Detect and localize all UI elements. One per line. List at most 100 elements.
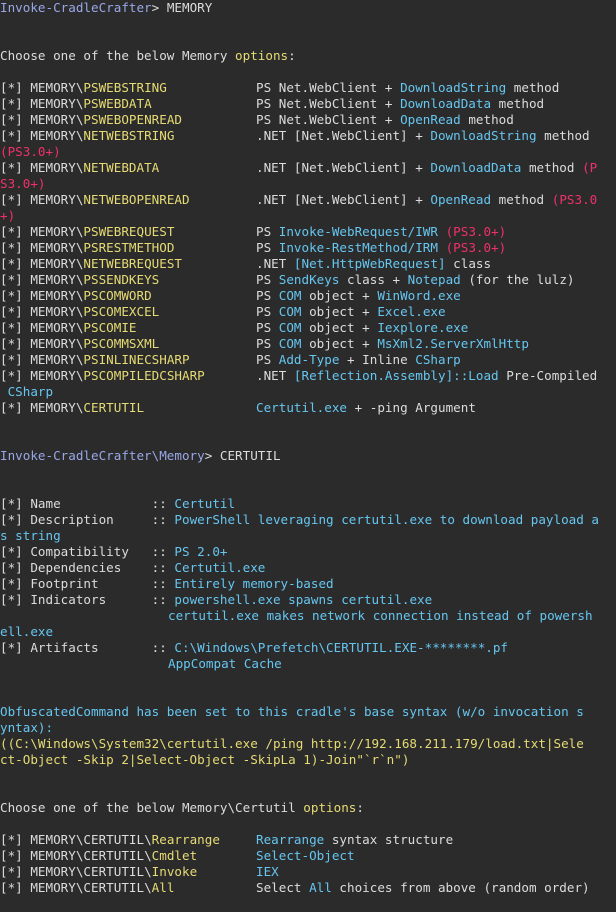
option-name: PSCOMMSXML [83,336,160,351]
option-row-certutil[interactable]: [*] MEMORY\CERTUTIL Certutil.exe + -ping … [0,400,476,416]
choose-text: Choose one of the below Memory [0,48,236,63]
option-row-pssendkeys[interactable]: [*] MEMORY\PSSENDKEYS PS SendKeys class +… [0,272,574,288]
option-prefix: [*] [0,288,31,303]
info-artifacts: [*] Artifacts :: C:\Windows\Prefetch\CER… [0,640,509,655]
option-prefix: [*] [0,128,31,143]
prompt-separator: > [151,0,167,15]
option-prefix: [*] [0,400,31,415]
option-wrap-netwebdata: S3.0+) [0,176,46,192]
option-prefix: [*] [0,160,31,175]
choose-colon: : [288,48,296,63]
option-name: PSCOMPILEDCSHARP [83,368,205,383]
option-row-psrestmethod[interactable]: [*] MEMORY\PSRESTMETHOD PS Invoke-RestMet… [0,240,506,256]
option-name: NETWEBSTRING [83,128,175,143]
option-wrap-pscompiledcsharp: CSharp [0,384,54,400]
options-keyword: options [235,48,289,63]
option-prefix: [*] [0,96,31,111]
suboption-row-invoke[interactable]: [*] MEMORY\CERTUTIL\Invoke IEX [0,864,279,880]
option-path: MEMORY\ [30,224,84,239]
option-row-pswebopenread[interactable]: [*] MEMORY\PSWEBOPENREAD PS Net.WebClient… [0,112,514,128]
option-row-pscompiledcsharp[interactable]: [*] MEMORY\PSCOMPILEDCSHARP .NET [Reflect… [0,368,597,384]
option-desc: PS Invoke-RestMethod/IRM (PS3.0+) [256,240,507,255]
option-prefix: [*] [0,336,31,351]
option-prefix: [*] [0,368,31,383]
option-desc: PS COM object + Iexplore.exe [256,320,469,335]
prompt-separator: > [204,448,220,463]
option-name: PSRESTMETHOD [83,240,175,255]
option-desc: .NET [Net.WebClient] + DownloadString me… [256,128,590,143]
option-path: MEMORY\ [30,336,84,351]
option-name: PSCOMEXCEL [83,304,160,319]
option-prefix: [*] [0,304,31,319]
option-row-pscommsxml[interactable]: [*] MEMORY\PSCOMMSXML PS COM object + MsX… [0,336,529,352]
ps3-badge: +) [0,208,16,223]
option-name: PSINLINECSHARP [83,352,190,367]
option-name: CERTUTIL [83,400,145,415]
obfuscated-command[interactable]: ((C:\Windows\System32\certutil.exe /ping… [0,736,584,752]
info-indicators-wrap: ell.exe [0,624,54,639]
option-path: MEMORY\ [30,288,84,303]
info-name: [*] Name :: Certutil [0,496,236,511]
csharp-wrap: CSharp [0,384,54,399]
option-row-netwebrequest[interactable]: [*] MEMORY\NETWEBREQUEST .NET [Net.HttpWe… [0,256,491,272]
option-path: MEMORY\ [30,272,84,287]
option-prefix: [*] [0,320,31,335]
option-path: MEMORY\ [30,192,84,207]
terminal-window[interactable]: Invoke-CradleCrafter> MEMORY Choose one … [0,0,616,912]
info-indicators-2: certutil.exe makes network connection in… [168,608,593,623]
option-name: PSWEBDATA [83,96,152,111]
info-dependencies: [*] Dependencies :: Certutil.exe [0,560,266,575]
option-row-psinlinecsharp[interactable]: [*] MEMORY\PSINLINECSHARP PS Add-Type + I… [0,352,461,368]
option-name: PSSENDKEYS [83,272,160,287]
option-row-netwebstring[interactable]: [*] MEMORY\NETWEBSTRING .NET [Net.WebClie… [0,128,590,144]
ps3-badge: S3.0+) [0,176,46,191]
option-desc: PS SendKeys class + Notepad (for the lul… [256,272,575,287]
info-description-wrap: s string [0,528,61,543]
option-row-netwebdata[interactable]: [*] MEMORY\NETWEBDATA .NET [Net.WebClient… [0,160,597,176]
option-path: MEMORY\ [30,240,84,255]
option-row-netwebopenread[interactable]: [*] MEMORY\NETWEBOPENREAD .NET [Net.WebCl… [0,192,597,208]
option-name: NETWEBREQUEST [83,256,182,271]
option-row-pscomexcel[interactable]: [*] MEMORY\PSCOMEXCEL PS COM object + Exc… [0,304,446,320]
option-prefix: [*] [0,224,31,239]
suboption-row-cmdlet[interactable]: [*] MEMORY\CERTUTIL\Cmdlet Select-Object [0,848,355,864]
option-path: MEMORY\ [30,80,84,95]
option-path: MEMORY\ [30,112,84,127]
option-name: NETWEBDATA [83,160,160,175]
option-row-pscomie[interactable]: [*] MEMORY\PSCOMIE PS COM object + Iexplo… [0,320,468,336]
option-row-pscomword[interactable]: [*] MEMORY\PSCOMWORD PS COM object + WinW… [0,288,461,304]
option-prefix: [*] [0,112,31,127]
option-name: PSWEBREQUEST [83,224,175,239]
option-row-pswebdata[interactable]: [*] MEMORY\PSWEBDATA PS Net.WebClient + D… [0,96,544,112]
option-row-pswebrequest[interactable]: [*] MEMORY\PSWEBREQUEST PS Invoke-WebRequ… [0,224,506,240]
option-desc: .NET [Net.HttpWebRequest] class [256,256,492,271]
option-path: MEMORY\ [30,304,84,319]
suboption-row-all[interactable]: [*] MEMORY\CERTUTIL\All Select All choice… [0,880,590,896]
option-path: MEMORY\ [30,352,84,367]
option-name: PSCOMWORD [83,288,152,303]
option-desc: .NET [Net.WebClient] + DownloadData meth… [256,160,598,175]
prompt-line-2: Invoke-CradleCrafter\Memory> CERTUTIL [0,448,281,464]
info-footprint: [*] Footprint :: Entirely memory-based [0,576,334,591]
option-prefix: [*] [0,352,31,367]
obfuscated-message-wrap: yntax): [0,720,54,735]
prompt-command: CERTUTIL [219,448,281,463]
option-desc: PS COM object + MsXml2.ServerXmlHttp [256,336,529,351]
option-prefix: [*] [0,272,31,287]
obfuscated-command-wrap[interactable]: ct-Object -Skip 2|Select-Object -SkipLa … [0,752,409,768]
obfuscated-message: ObfuscatedCommand has been set to this c… [0,704,584,719]
option-desc: Certutil.exe + -ping Argument [256,400,476,415]
option-desc: .NET [Net.WebClient] + OpenRead method (… [256,192,598,207]
option-path: MEMORY\ [30,400,84,415]
option-desc: PS Net.WebClient + DownloadString method [256,80,560,95]
option-path: MEMORY\ [30,368,84,383]
info-indicators: [*] Indicators :: powershell.exe spawns … [0,592,433,607]
option-prefix: [*] [0,192,31,207]
option-row-pswebstring[interactable]: [*] MEMORY\PSWEBSTRING PS Net.WebClient +… [0,80,559,96]
suboption-row-rearrange[interactable]: [*] MEMORY\CERTUTIL\Rearrange Rearrange s… [0,832,453,848]
option-desc: PS Net.WebClient + DownloadData method [256,96,545,111]
option-desc: .NET [Reflection.Assembly]::Load Pre-Com… [256,368,598,383]
option-wrap-netwebstring: (PS3.0+) [0,144,61,160]
info-compatibility: [*] Compatibility :: PS 2.0+ [0,544,228,559]
choose-options-line: Choose one of the below Memory options: [0,48,296,64]
